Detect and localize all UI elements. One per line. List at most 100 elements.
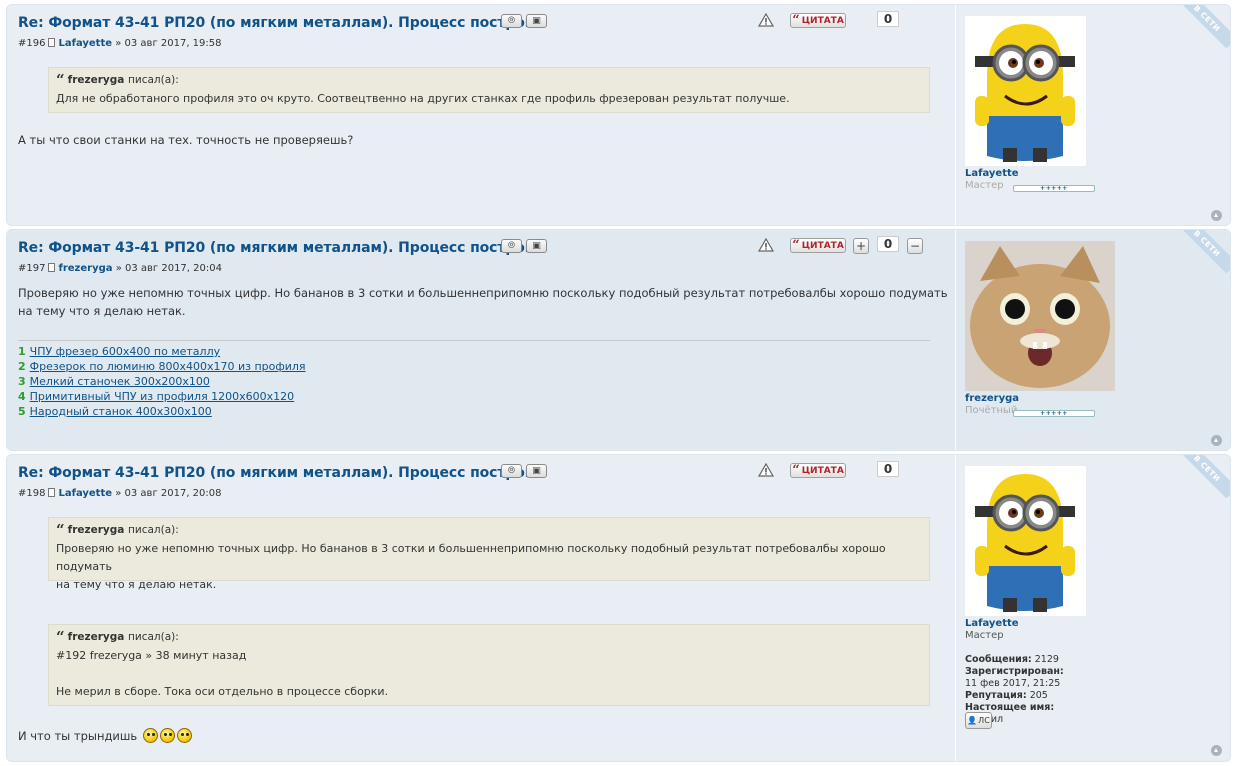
- post-author[interactable]: frezeryga: [58, 263, 112, 274]
- profile-rank: Мастер: [965, 630, 1004, 641]
- quote-text: на тему что я делаю нетак.: [56, 578, 217, 591]
- quote-mark-icon: “: [56, 71, 65, 89]
- signature-link[interactable]: Мелкий станочек 300х200х100: [30, 375, 210, 388]
- signature-link[interactable]: Примитивный ЧПУ из профиля 1200х600х120: [30, 390, 295, 403]
- quote-cite: “frezeryga писал(а):: [56, 628, 179, 646]
- post-body: И что ты трындишь: [18, 727, 192, 745]
- post-meta: #196 Lafayette » 03 авг 2017, 19:58: [18, 38, 222, 49]
- post-title-icons: ⦾ ▣: [501, 14, 547, 28]
- signature-item: 5 Народный станок 400х300х100: [18, 405, 212, 418]
- rank-bar: +++++: [1013, 185, 1095, 192]
- quote-mark-icon: “: [56, 521, 65, 539]
- post-196: Re: Формат 43-41 РП20 (по мягким металла…: [6, 4, 1231, 226]
- post-body-line: на тему что я делаю нетак.: [18, 304, 186, 318]
- report-icon[interactable]: [758, 237, 774, 253]
- reputation-value: 0: [877, 236, 899, 252]
- quote-mark-icon: “: [56, 628, 65, 646]
- post-198: Re: Формат 43-41 РП20 (по мягким металла…: [6, 454, 1231, 762]
- post-doc-icon[interactable]: [48, 488, 56, 497]
- avatar[interactable]: [965, 241, 1115, 391]
- post-meta: #198 Lafayette » 03 авг 2017, 20:08: [18, 488, 222, 499]
- post-author[interactable]: Lafayette: [58, 488, 112, 499]
- report-icon[interactable]: [758, 12, 774, 28]
- user-icon[interactable]: ▣: [526, 239, 547, 253]
- reputation-value: 0: [877, 461, 899, 477]
- profile-name[interactable]: Lafayette: [965, 618, 1019, 629]
- vote-up-button[interactable]: +: [853, 238, 869, 254]
- back-to-top-icon[interactable]: [1211, 745, 1222, 756]
- signature-link[interactable]: Народный станок 400х300х100: [30, 405, 212, 418]
- profile-name[interactable]: Lafayette: [965, 168, 1019, 179]
- quote-mark-icon: “: [792, 462, 800, 478]
- quote-spacer: [56, 665, 922, 683]
- online-ribbon: В СЕТИ: [1176, 455, 1230, 499]
- signature-link[interactable]: Фрезерок по люминю 800х400х170 из профил…: [30, 360, 306, 373]
- post-title-icons: ⦾ ▣: [501, 464, 547, 478]
- post-meta: #197 frezeryga » 03 авг 2017, 20:04: [18, 263, 222, 274]
- signature-item: 3 Мелкий станочек 300х200х100: [18, 375, 210, 388]
- quote-ref[interactable]: #192 frezeryga » 38 минут назад: [56, 647, 922, 665]
- user-icon[interactable]: ▣: [526, 14, 547, 28]
- post-author[interactable]: Lafayette: [58, 38, 112, 49]
- signature-item: 1 ЧПУ фрезер 600х400 по металлу: [18, 345, 221, 358]
- link-icon[interactable]: ⦾: [501, 239, 522, 253]
- back-to-top-icon[interactable]: [1211, 435, 1222, 446]
- user-icon[interactable]: ▣: [526, 464, 547, 478]
- link-icon[interactable]: ⦾: [501, 464, 522, 478]
- signature-list: 1 ЧПУ фрезер 600х400 по металлу 2 Фрезерок…: [18, 344, 306, 419]
- signature-divider: [18, 340, 930, 341]
- post-197: Re: Формат 43-41 РП20 (по мягким металла…: [6, 229, 1231, 451]
- post-title[interactable]: Re: Формат 43-41 РП20 (по мягким металла…: [18, 15, 544, 31]
- pm-button[interactable]: 👤 ЛС: [965, 712, 992, 729]
- rank-bar: +++++: [1013, 410, 1095, 417]
- profile-panel: frezeryga Почётный +++++: [955, 230, 1115, 450]
- online-ribbon: В СЕТИ: [1176, 5, 1230, 49]
- post-date: » 03 авг 2017, 20:04: [115, 263, 222, 274]
- profile-rank: Почётный: [965, 405, 1018, 416]
- signature-link[interactable]: ЧПУ фрезер 600х400 по металлу: [30, 345, 220, 358]
- online-ribbon: В СЕТИ: [1176, 230, 1230, 274]
- quote-text: Не мерил в сборе. Тока оси отдельно в пр…: [56, 685, 389, 698]
- avatar[interactable]: [965, 16, 1086, 166]
- stat-posts: Сообщения: 2129: [965, 654, 1059, 665]
- profile-name[interactable]: frezeryga: [965, 393, 1019, 404]
- post-number[interactable]: #198: [18, 488, 45, 499]
- quote-button[interactable]: “ЦИТАТА: [790, 238, 846, 253]
- post-date: » 03 авг 2017, 20:08: [115, 488, 222, 499]
- report-icon[interactable]: [758, 462, 774, 478]
- quote-cite: “frezeryga писал(а):: [56, 71, 179, 89]
- stat-registered: Зарегистрирован: 11 фев 2017, 21:25: [965, 666, 1064, 689]
- quote-block: “frezeryga писал(а): Проверяю но уже неп…: [48, 517, 930, 591]
- link-icon[interactable]: ⦾: [501, 14, 522, 28]
- profile-panel: Lafayette Мастер +++++: [955, 5, 1095, 225]
- post-number[interactable]: #196: [18, 38, 45, 49]
- vote-down-button[interactable]: −: [907, 238, 923, 254]
- quote-text: Проверяю но уже непомню точных цифр. Но …: [56, 542, 886, 573]
- post-body: А ты что свои станки на тех. точность не…: [18, 133, 354, 147]
- post-body-line: Проверяю но уже непомню точных цифр. Но …: [18, 286, 948, 300]
- quote-cite: “frezeryga писал(а):: [56, 521, 179, 539]
- profile-panel: Lafayette Мастер Сообщения: 2129 Зарегис…: [955, 455, 1086, 761]
- profile-rank: Мастер: [965, 180, 1004, 191]
- post-number[interactable]: #197: [18, 263, 45, 274]
- post-title[interactable]: Re: Формат 43-41 РП20 (по мягким металла…: [18, 465, 544, 481]
- quote-block: “frezeryga писал(а): #192 frezeryga » 38…: [48, 624, 930, 706]
- post-title-icons: ⦾ ▣: [501, 239, 547, 253]
- post-doc-icon[interactable]: [48, 38, 56, 47]
- signature-item: 4 Примитивный ЧПУ из профиля 1200х600х120: [18, 390, 295, 403]
- back-to-top-icon[interactable]: [1211, 210, 1222, 221]
- smiley-icon: [159, 728, 175, 743]
- quote-block: “frezeryga писал(а): Для не обработаного…: [48, 67, 930, 113]
- user-icon: 👤: [967, 716, 978, 725]
- quote-mark-icon: “: [792, 12, 800, 28]
- quote-button[interactable]: “ЦИТАТА: [790, 463, 846, 478]
- quote-button[interactable]: “ЦИТАТА: [790, 13, 846, 28]
- quote-mark-icon: “: [792, 237, 800, 253]
- post-date: » 03 авг 2017, 19:58: [115, 38, 222, 49]
- quote-text: Для не обработаного профиля это оч круто…: [56, 92, 790, 105]
- avatar[interactable]: [965, 466, 1086, 616]
- signature-item: 2 Фрезерок по люминю 800х400х170 из профи…: [18, 360, 306, 373]
- post-doc-icon[interactable]: [48, 263, 56, 272]
- post-title[interactable]: Re: Формат 43-41 РП20 (по мягким металла…: [18, 240, 544, 256]
- post-body: Проверяю но уже непомню точных цифр. Но …: [18, 284, 948, 320]
